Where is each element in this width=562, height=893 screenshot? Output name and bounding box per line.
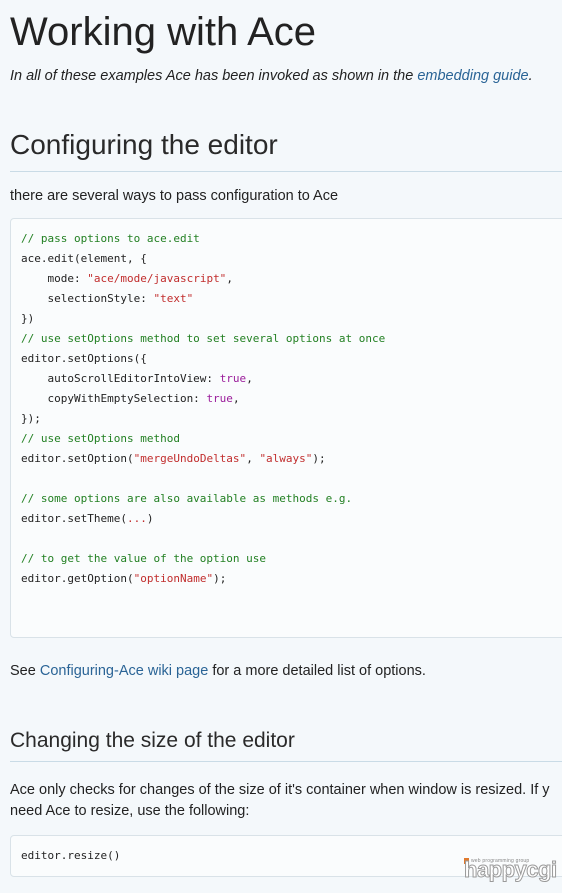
config-code-block[interactable]: // pass options to ace.edit ace.edit(elem… <box>10 217 562 638</box>
code-token: selectionStyle: <box>21 291 154 305</box>
see-prefix: See <box>10 662 40 679</box>
code-token: // use setOptions method <box>21 431 180 445</box>
resize-line-1: Ace only checks for changes of the size … <box>10 781 550 798</box>
configuring-heading: Configuring the editor <box>10 129 562 172</box>
code-token: autoScrollEditorIntoView: <box>21 371 220 385</box>
page-title: Working with Ace <box>10 10 317 54</box>
code-token: "optionName" <box>133 571 214 585</box>
code-line: mode: "ace/mode/javascript", <box>21 269 562 289</box>
watermark-logo-text: happycgi <box>464 857 558 883</box>
code-line: editor.setOption("mergeUndoDeltas", "alw… <box>21 449 562 469</box>
code-line: selectionStyle: "text" <box>21 289 562 309</box>
code-token: true <box>219 371 247 385</box>
code-token: editor.setOptions({ <box>21 351 147 365</box>
code-line: autoScrollEditorIntoView: true, <box>21 369 562 389</box>
intro-text: In all of these examples Ace has been in… <box>10 68 562 84</box>
page: Working with Ace In all of these example… <box>0 0 562 877</box>
code-line: // pass options to ace.edit <box>21 229 562 249</box>
code-token: "mergeUndoDeltas" <box>133 451 247 465</box>
code-token: ... <box>126 511 147 525</box>
code-line: // to get the value of the option use <box>21 549 562 569</box>
see-wiki-text: See Configuring-Ace wiki page for a more… <box>10 661 562 683</box>
code-token: ace.edit(element, { <box>21 251 147 265</box>
code-line: editor.getOption("optionName"); <box>21 569 562 589</box>
resize-heading: Changing the size of the editor <box>10 729 562 762</box>
code-token: // pass options to ace.edit <box>21 231 200 245</box>
code-token: "ace/mode/javascript" <box>87 271 227 285</box>
code-line: // use setOptions method <box>21 429 562 449</box>
code-token: , <box>226 271 233 285</box>
code-token: // to get the value of the option use <box>21 551 267 565</box>
resize-code: editor.resize() <box>21 849 121 862</box>
code-token: editor.setOption( <box>21 451 134 465</box>
code-line: copyWithEmptySelection: true, <box>21 389 562 409</box>
code-line: }); <box>21 409 562 429</box>
code-token: , <box>246 451 260 465</box>
code-line: // some options are also available as me… <box>21 489 562 509</box>
config-lead: there are several ways to pass configura… <box>10 188 339 204</box>
code-token: editor.setTheme( <box>21 511 127 525</box>
code-line: // use setOptions method to set several … <box>21 329 562 349</box>
code-token: ); <box>312 451 326 465</box>
intro-text-end: . <box>528 68 533 84</box>
code-token: true <box>206 391 233 405</box>
code-token: // some options are also available as me… <box>21 491 353 505</box>
happycgi-watermark: web programming group happycgi <box>462 853 558 885</box>
configuring-ace-wiki-link[interactable]: Configuring-Ace wiki page <box>40 663 208 679</box>
code-token: "text" <box>153 291 194 305</box>
code-token: }); <box>21 411 41 425</box>
code-token: // use setOptions method to set several … <box>21 331 386 345</box>
code-token: }) <box>21 311 35 325</box>
code-token: , <box>232 391 240 405</box>
code-token: editor.getOption( <box>21 571 134 585</box>
code-token: mode: <box>21 271 88 285</box>
resize-line-2: need Ace to resize, use the following: <box>10 803 250 820</box>
code-line: editor.setTheme(...) <box>21 509 562 529</box>
intro-text-lead: In all of these examples Ace has been in… <box>10 68 418 84</box>
code-token: , <box>246 371 253 385</box>
code-token: copyWithEmptySelection: <box>21 391 207 405</box>
embedding-guide-link[interactable]: embedding guide <box>417 68 528 84</box>
code-token: ) <box>146 511 154 525</box>
code-token: "always" <box>259 451 313 465</box>
see-suffix: for a more detailed list of options. <box>208 662 426 679</box>
code-line: editor.setOptions({ <box>21 349 562 369</box>
code-token: ); <box>213 571 227 585</box>
code-line: }) <box>21 309 562 329</box>
code-line: ace.edit(element, { <box>21 249 562 269</box>
